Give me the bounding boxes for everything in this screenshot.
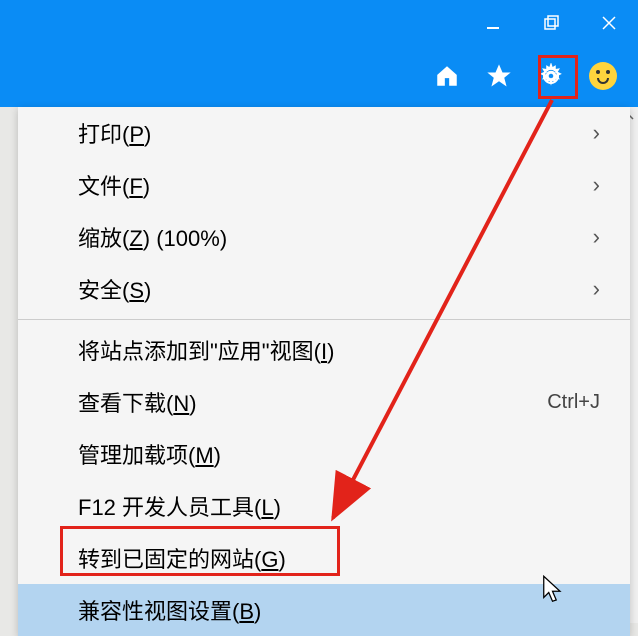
- tools-button[interactable]: [536, 61, 566, 91]
- menu-item-compatibility-view[interactable]: 兼容性视图设置(B): [18, 584, 630, 636]
- menu-item-label: 缩放(Z) (100%): [78, 221, 227, 253]
- window-titlebar: [0, 0, 638, 45]
- smiley-icon: [589, 62, 617, 90]
- maximize-icon: [543, 15, 559, 31]
- close-button[interactable]: [580, 0, 638, 45]
- menu-item-label: F12 开发人员工具(L): [78, 490, 281, 522]
- menu-item-safety[interactable]: 安全(S) ›: [18, 263, 630, 315]
- menu-item-shortcut: Ctrl+J: [547, 391, 600, 414]
- menu-item-label: 打印(P): [78, 117, 151, 149]
- star-icon: [485, 62, 513, 90]
- menu-item-label: 文件(F): [78, 169, 150, 201]
- minimize-icon: [485, 15, 501, 31]
- menu-item-view-downloads[interactable]: 查看下载(N) Ctrl+J: [18, 376, 630, 428]
- menu-item-f12-devtools[interactable]: F12 开发人员工具(L): [18, 480, 630, 532]
- menu-item-pinned-sites[interactable]: 转到已固定的网站(G): [18, 532, 630, 584]
- chevron-right-icon: ›: [593, 120, 600, 146]
- menu-item-print[interactable]: 打印(P) ›: [18, 107, 630, 159]
- home-button[interactable]: [432, 61, 462, 91]
- menu-item-label: 将站点添加到"应用"视图(I): [78, 334, 334, 366]
- menu-item-label: 转到已固定的网站(G): [78, 542, 286, 574]
- menu-item-label: 管理加载项(M): [78, 438, 221, 470]
- gear-icon: [538, 63, 564, 89]
- window-controls: [464, 0, 638, 45]
- close-icon: [600, 14, 618, 32]
- favorites-button[interactable]: [484, 61, 514, 91]
- menu-item-manage-addons[interactable]: 管理加载项(M): [18, 428, 630, 480]
- tools-menu: 打印(P) › 文件(F) › 缩放(Z) (100%) › 安全(S) › 将…: [18, 107, 630, 636]
- chevron-right-icon: ›: [593, 172, 600, 198]
- menu-separator: [18, 319, 630, 320]
- menu-item-add-to-apps[interactable]: 将站点添加到"应用"视图(I): [18, 324, 630, 376]
- browser-toolbar: [0, 45, 638, 107]
- menu-item-label: 兼容性视图设置(B): [78, 594, 261, 626]
- menu-item-zoom[interactable]: 缩放(Z) (100%) ›: [18, 211, 630, 263]
- menu-item-label: 安全(S): [78, 273, 151, 305]
- chevron-right-icon: ›: [593, 276, 600, 302]
- chevron-right-icon: ›: [593, 224, 600, 250]
- home-icon: [434, 63, 460, 89]
- menu-item-label: 查看下载(N): [78, 386, 197, 418]
- minimize-button[interactable]: [464, 0, 522, 45]
- menu-item-file[interactable]: 文件(F) ›: [18, 159, 630, 211]
- maximize-button[interactable]: [522, 0, 580, 45]
- feedback-button[interactable]: [588, 61, 618, 91]
